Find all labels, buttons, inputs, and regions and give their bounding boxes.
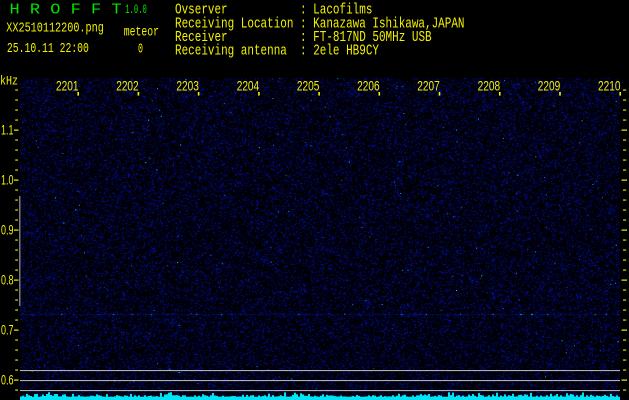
svg-text:0.9: 0.9 [1,223,14,238]
svg-text:25.10.11 22:00: 25.10.11 22:00 [7,41,89,57]
svg-text:0.6: 0.6 [1,373,14,388]
svg-text:2205: 2205 [297,79,320,94]
svg-text:2206: 2206 [357,79,380,94]
svg-text:2208: 2208 [478,79,501,94]
svg-text:2201: 2201 [56,79,79,94]
svg-text:2207: 2207 [417,79,440,94]
svg-text:0.7: 0.7 [1,323,14,338]
svg-text:2209: 2209 [538,79,561,94]
svg-text:Receiving antenna : 2ele HB9C: Receiving antenna : 2ele HB9CY [175,44,379,60]
svg-text:0.8: 0.8 [1,273,14,288]
svg-text:1.1: 1.1 [1,123,14,138]
svg-text:kHz: kHz [0,74,18,89]
svg-text:2203: 2203 [176,79,199,94]
svg-text:0: 0 [138,42,143,58]
svg-text:1.0.0: 1.0.0 [125,3,147,17]
svg-text:2202: 2202 [116,79,139,94]
svg-text:H R O F F T: H R O F F T [10,3,122,19]
svg-text:2210: 2210 [598,79,621,94]
svg-text:1.0: 1.0 [1,173,14,188]
svg-text:XX2510112200.png: XX2510112200.png [6,21,104,37]
svg-text:meteor: meteor [124,25,159,41]
svg-text:2204: 2204 [237,79,260,94]
